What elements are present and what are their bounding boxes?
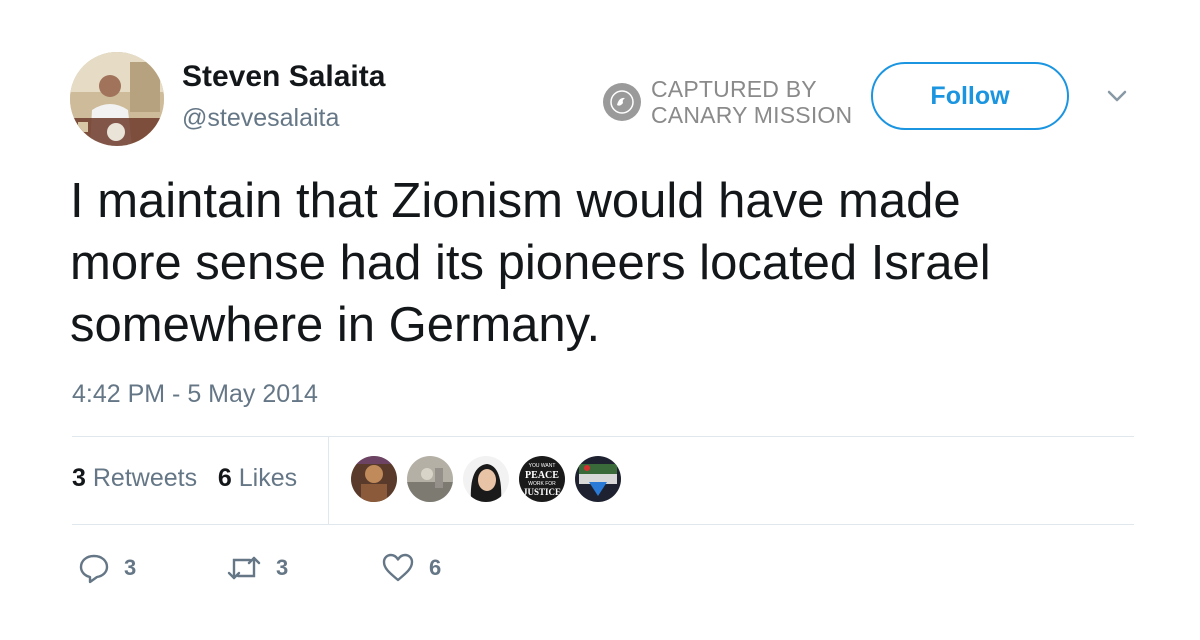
- likes-count: 6: [217, 464, 232, 492]
- canary-mission-watermark: CAPTURED BY CANARY MISSION: [603, 76, 852, 128]
- likes-stat[interactable]: 6 Likes: [218, 464, 297, 492]
- divider-top: [72, 436, 1134, 437]
- retweet-count: 3: [276, 555, 289, 580]
- liker-avatars: YOU WANT PEACE WORK FOR JUSTICE: [351, 456, 621, 502]
- watermark-line-2: CANARY MISSION: [651, 102, 853, 128]
- author-handle[interactable]: @stevesalaita: [182, 104, 339, 133]
- liker-avatar-3[interactable]: [463, 456, 509, 502]
- retweet-action[interactable]: 3: [226, 552, 288, 584]
- tweet-timestamp[interactable]: 4:42 PM - 5 May 2014: [72, 380, 318, 409]
- retweet-icon: [227, 556, 261, 580]
- tweet-line-1: I maintain that Zionism would have made: [70, 174, 961, 228]
- liker-avatar-4[interactable]: YOU WANT PEACE WORK FOR JUSTICE: [519, 456, 565, 502]
- retweets-stat[interactable]: 3 Retweets: [72, 464, 197, 492]
- liker-badge-line-2: PEACE: [525, 470, 559, 481]
- liker-badge-line-1: YOU WANT: [529, 463, 556, 469]
- watermark-line-1: CAPTURED BY: [651, 76, 817, 102]
- author-avatar[interactable]: [70, 52, 164, 146]
- tweet-text: I maintain that Zionism would have made …: [70, 170, 1130, 356]
- likes-label: Likes: [238, 464, 298, 492]
- chevron-down-icon[interactable]: [1106, 88, 1128, 104]
- liker-avatar-1[interactable]: [351, 456, 397, 502]
- like-action[interactable]: 6: [381, 552, 441, 584]
- liker-badge-line-4: JUSTICE: [523, 487, 561, 497]
- heart-icon: [382, 553, 414, 582]
- canary-bird-icon: [603, 83, 641, 121]
- liker-avatar-2[interactable]: [407, 456, 453, 502]
- divider-bottom: [72, 524, 1134, 525]
- like-count: 6: [429, 555, 442, 580]
- reply-count: 3: [124, 555, 137, 580]
- liker-avatar-5[interactable]: [575, 456, 621, 502]
- author-name[interactable]: Steven Salaita: [182, 60, 385, 94]
- follow-button[interactable]: Follow: [871, 62, 1069, 130]
- tweet-line-3: somewhere in Germany.: [70, 298, 601, 352]
- retweets-count: 3: [72, 464, 86, 492]
- reply-action[interactable]: 3: [78, 552, 136, 584]
- stats-vertical-divider: [328, 436, 329, 524]
- tweet-stats: 3 Retweets 6 Likes: [72, 464, 297, 493]
- reply-icon: [79, 554, 109, 584]
- tweet-line-2: more sense had its pioneers located Isra…: [70, 236, 991, 290]
- retweets-label: Retweets: [92, 464, 198, 492]
